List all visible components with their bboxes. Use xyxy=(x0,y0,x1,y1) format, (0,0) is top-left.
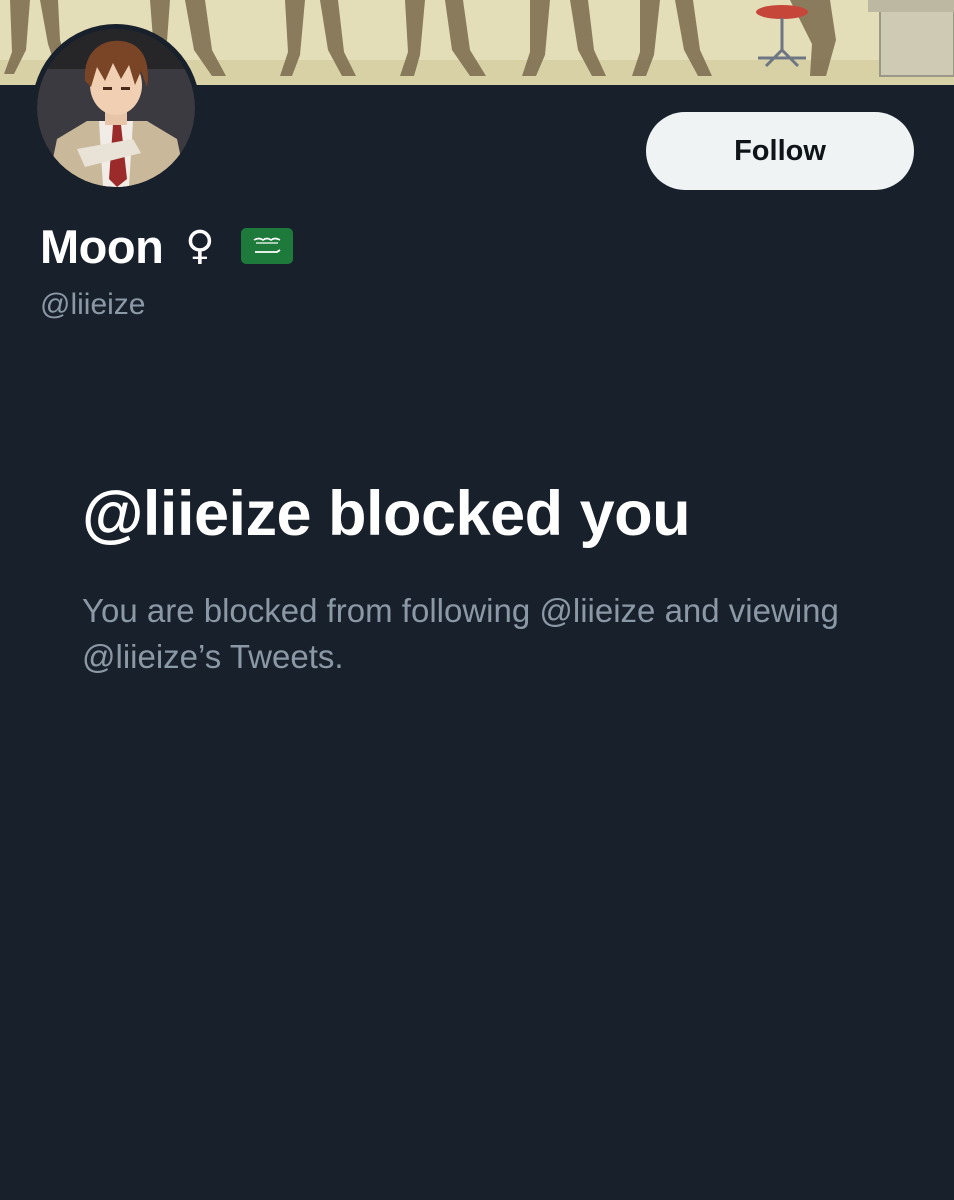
profile-display-name: Moon ♀ xyxy=(40,214,293,278)
blocked-title: @liieize blocked you xyxy=(82,479,691,549)
profile-avatar[interactable] xyxy=(32,24,200,192)
female-sign-icon: ♀ xyxy=(185,223,215,269)
avatar-image xyxy=(37,29,195,187)
profile-handle: @liieize xyxy=(40,288,146,321)
blocked-description: You are blocked from following @liieize … xyxy=(82,592,839,675)
display-name-text: Moon xyxy=(40,219,164,273)
follow-button[interactable]: Follow xyxy=(646,112,914,190)
saudi-arabia-flag-icon xyxy=(240,228,293,264)
profile-page: Follow Moon ♀ @liieize @liieize blocked … xyxy=(0,0,954,1200)
